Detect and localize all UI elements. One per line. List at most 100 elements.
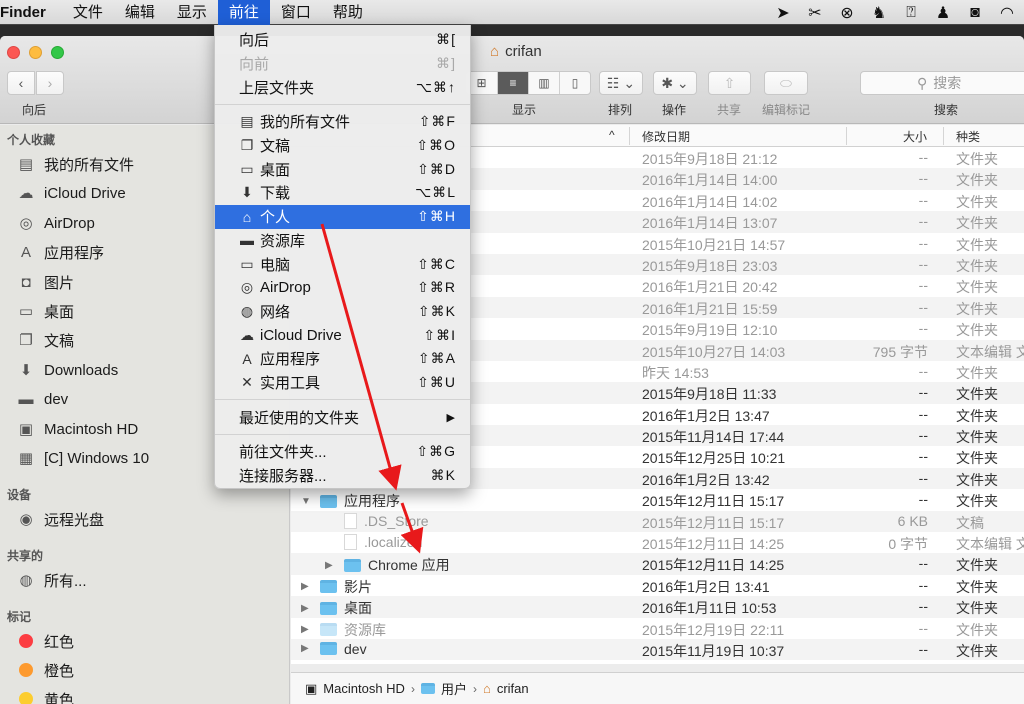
file-row[interactable]: ▶ 桌面 2016年1月11日 10:53 -- 文件夹 <box>291 596 1024 618</box>
sidebar-item-all-shared[interactable]: ◍ 所有... <box>16 567 86 593</box>
xunlei-icon[interactable]: ⊗ <box>836 3 858 23</box>
menu-item-documents[interactable]: ❐ 文稿 ⇧⌘O <box>215 134 470 158</box>
menu-item-desktop[interactable]: ▭ 桌面 ⇧⌘D <box>215 157 470 181</box>
sidebar-item-label: 文稿 <box>44 332 75 350</box>
file-row[interactable]: .DS_Store 2015年12月11日 15:17 6 KB 文稿 <box>291 510 1024 533</box>
sidebar-item-macintosh-hd[interactable]: ▣ Macintosh HD <box>16 416 138 442</box>
coverflow-view-button[interactable]: ▯ <box>559 72 590 94</box>
hard-drive-icon: ▣ <box>305 680 318 696</box>
disclosure-open-icon[interactable]: ▼ <box>301 496 313 507</box>
menu-file[interactable]: 文件 <box>62 0 114 25</box>
sidebar-item-dev[interactable]: ▬ dev <box>16 386 69 412</box>
search-input[interactable]: ⚲ 搜索 <box>860 71 1024 95</box>
sidebar-item-tag-orange[interactable]: 橙色 <box>16 657 74 683</box>
share-button[interactable]: ⇧ <box>708 71 751 95</box>
edit-tags-button[interactable]: ⬭ <box>764 71 808 95</box>
minimize-button[interactable] <box>29 46 42 59</box>
disclosure-closed-icon[interactable]: ▶ <box>325 560 337 571</box>
menu-item-icloud-drive[interactable]: ☁ iCloud Drive ⇧⌘I <box>215 323 470 347</box>
sidebar-item-pictures[interactable]: ◘ 图片 <box>16 269 74 295</box>
menu-item-library[interactable]: ▬ 资源库 <box>215 229 470 253</box>
path-segment-macintosh-hd[interactable]: Macintosh HD <box>323 681 405 696</box>
sidebar-item-label: iCloud Drive <box>44 184 126 202</box>
sidebar-item-applications[interactable]: A 应用程序 <box>16 239 104 265</box>
file-row[interactable]: ▶ 资源库 2015年12月19日 22:11 -- 文件夹 <box>291 617 1024 639</box>
menu-item-network[interactable]: ◍ 网络 ⇧⌘K <box>215 300 470 324</box>
disclosure-closed-icon[interactable]: ▶ <box>301 603 313 614</box>
menu-app-finder[interactable]: Finder <box>0 0 62 25</box>
menu-item-downloads[interactable]: ⬇ 下载 ⌥⌘L <box>215 181 470 205</box>
back-button[interactable]: ‹ <box>7 71 35 95</box>
column-divider[interactable] <box>943 127 944 145</box>
file-row[interactable]: ▶ dev 2015年11月19日 10:37 -- 文件夹 <box>291 638 1024 661</box>
name-sort-indicator[interactable]: ^ <box>609 128 615 142</box>
column-size[interactable]: 大小 <box>903 128 927 145</box>
sidebar-item-desktop[interactable]: ▭ 桌面 <box>16 298 74 324</box>
sidebar-item-airdrop[interactable]: ◎ AirDrop <box>16 210 94 236</box>
list-view-button[interactable]: ≡ <box>497 72 528 94</box>
menu-item-go-to-folder[interactable]: 前往文件夹... ⇧⌘G <box>215 440 470 464</box>
file-row[interactable]: .localized 2015年12月11日 14:25 0 字节 文本编辑 文 <box>291 532 1024 554</box>
sidebar-item-icloud-drive[interactable]: ☁ iCloud Drive <box>16 180 126 206</box>
file-kind: 文件夹 <box>956 578 998 595</box>
column-divider[interactable] <box>629 127 630 145</box>
file-size: -- <box>918 234 928 251</box>
arrange-button[interactable]: ☷ ⌄ <box>599 71 643 95</box>
file-date: 2015年9月18日 11:33 <box>642 386 777 403</box>
close-button[interactable] <box>7 46 20 59</box>
file-row[interactable]: ▼ 应用程序 2015年12月11日 15:17 -- 文件夹 <box>291 489 1024 511</box>
menu-go[interactable]: 前往 <box>217 0 270 25</box>
action-button[interactable]: ✱ ⌄ <box>653 71 697 95</box>
sidebar-item-documents[interactable]: ❐ 文稿 <box>16 327 74 353</box>
column-divider[interactable] <box>846 127 847 145</box>
menu-item-home[interactable]: ⌂ 个人 ⇧⌘H <box>215 204 470 229</box>
menu-item-forward[interactable]: 向前 ⌘] <box>215 52 470 76</box>
evernote-icon[interactable]: ♞ <box>868 3 890 23</box>
menu-item-enclosing-folder[interactable]: 上层文件夹 ⌥⌘↑ <box>215 75 470 99</box>
file-row[interactable]: ▶ 影片 2016年1月2日 13:41 -- 文件夹 <box>291 574 1024 597</box>
menu-edit[interactable]: 编辑 <box>114 0 166 25</box>
menu-window[interactable]: 窗口 <box>270 0 322 25</box>
disclosure-closed-icon[interactable]: ▶ <box>301 581 313 592</box>
sidebar-item-remote-disc[interactable]: ◉ 远程光盘 <box>16 506 104 532</box>
sidebar-item-windows-10[interactable]: ▦ [C] Windows 10 <box>16 445 149 471</box>
menu-item-connect-server[interactable]: 连接服务器... ⌘K <box>215 464 470 488</box>
menu-view[interactable]: 显示 <box>166 0 218 25</box>
disclosure-closed-icon[interactable]: ▶ <box>301 643 313 654</box>
columns-icon: ▥ <box>538 76 550 90</box>
sidebar-item-downloads[interactable]: ⬇ Downloads <box>16 357 119 383</box>
send-icon[interactable]: ➤ <box>772 3 794 23</box>
menu-item-airdrop[interactable]: ◎ AirDrop ⇧⌘R <box>215 276 470 300</box>
file-row[interactable]: ▶ Chrome 应用 2015年12月11日 14:25 -- 文件夹 <box>291 553 1024 575</box>
qq-icon[interactable]: ♟ <box>932 3 954 23</box>
disclosure-closed-icon[interactable]: ▶ <box>301 624 313 635</box>
forward-button[interactable]: › <box>36 71 64 95</box>
path-segment-crifan[interactable]: crifan <box>497 681 529 696</box>
menu-item-recent-folders[interactable]: 最近使用的文件夹 ▶ <box>215 405 470 429</box>
column-date[interactable]: 修改日期 <box>642 128 690 145</box>
menu-item-utilities[interactable]: ✕ 实用工具 ⇧⌘U <box>215 371 470 395</box>
wifi-icon[interactable]: ◠ <box>996 3 1018 23</box>
sidebar-item-tag-yellow[interactable]: 黄色 <box>16 686 74 704</box>
column-view-button[interactable]: ▥ <box>528 72 559 94</box>
desktop-icon: ▭ <box>18 303 34 320</box>
menu-item-all-files[interactable]: ▤ 我的所有文件 ⇧⌘F <box>215 110 470 134</box>
computer-icon: ▭ <box>240 255 254 272</box>
sidebar-item-label: Downloads <box>44 361 119 379</box>
camera-icon[interactable]: ◙ <box>964 4 986 22</box>
sidebar-item-all-files[interactable]: ▤ 我的所有文件 <box>16 151 134 177</box>
column-kind[interactable]: 种类 <box>956 128 980 145</box>
finder-window: ⌂ crifan ‹ › 向后 ⊞ ≡ ▥ ▯ 显示 ☷ ⌄ 排列 ✱ ⌄ 操作… <box>0 36 1024 704</box>
search-app-icon[interactable]: ⍰ <box>900 4 922 22</box>
file-kind: 文件夹 <box>956 193 998 210</box>
menu-item-applications[interactable]: A 应用程序 ⇧⌘A <box>215 347 470 371</box>
menu-help[interactable]: 帮助 <box>322 0 374 25</box>
hard-drive-icon: ▣ <box>18 421 34 438</box>
sidebar-item-tag-red[interactable]: 红色 <box>16 628 74 654</box>
scissors-icon[interactable]: ✂ <box>804 3 826 23</box>
menu-item-computer[interactable]: ▭ 电脑 ⇧⌘C <box>215 252 470 276</box>
zoom-button[interactable] <box>51 46 64 59</box>
menu-item-back[interactable]: 向后 ⌘[ <box>215 28 470 52</box>
file-date: 2015年9月18日 21:12 <box>642 151 778 167</box>
path-segment-users[interactable]: 用户 <box>441 679 467 698</box>
